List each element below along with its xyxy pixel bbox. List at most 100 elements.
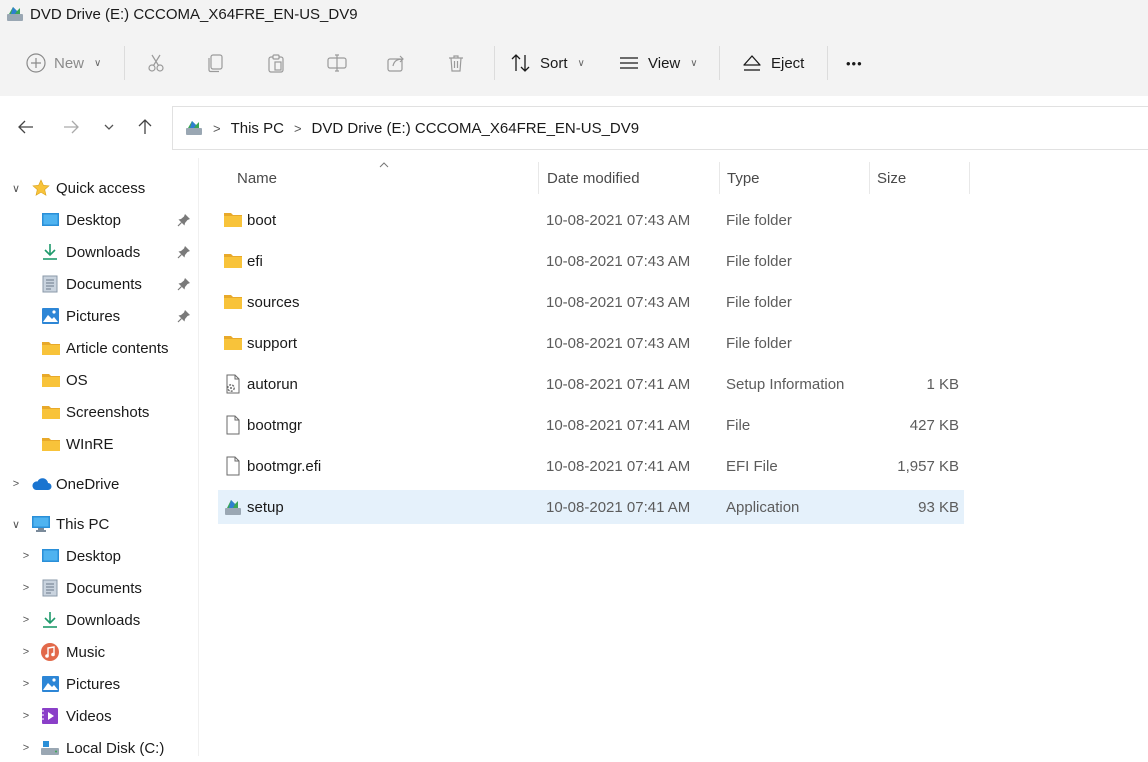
file-size bbox=[878, 285, 959, 319]
pin-icon bbox=[177, 214, 190, 227]
back-button[interactable] bbox=[13, 114, 39, 140]
folder-icon bbox=[42, 406, 60, 419]
document-icon bbox=[42, 275, 58, 293]
view-list-icon bbox=[620, 57, 638, 69]
file-row-efi[interactable]: efi 10-08-2021 07:43 AM File folder bbox=[218, 244, 964, 278]
more-options-button[interactable]: ••• bbox=[846, 30, 863, 96]
up-button[interactable] bbox=[132, 114, 158, 140]
chevron-right-icon: > bbox=[22, 582, 30, 594]
navigation-pane: ∨ Quick access Desktop Downloads Documen… bbox=[0, 158, 199, 757]
sidebar-item-label: Documents bbox=[66, 579, 142, 597]
sidebar-item-label: OneDrive bbox=[56, 475, 120, 493]
sidebar-item-pc-music[interactable]: > Music bbox=[0, 638, 198, 666]
breadcrumb-dvd-drive[interactable]: DVD Drive (E:) CCCOMA_X64FRE_EN-US_DV9 bbox=[312, 120, 640, 137]
folder-icon bbox=[42, 374, 60, 387]
sidebar-item-pc-pictures[interactable]: > Pictures bbox=[0, 670, 198, 698]
chevron-down-icon: ∨ bbox=[11, 518, 21, 531]
file-name: bootmgr bbox=[247, 416, 303, 434]
desktop-icon bbox=[42, 213, 59, 226]
column-header-size[interactable]: Size bbox=[877, 170, 906, 187]
sidebar-item-onedrive[interactable]: > OneDrive bbox=[0, 470, 198, 498]
chevron-down-icon: ∨ bbox=[577, 57, 585, 69]
sidebar-item-pictures[interactable]: Pictures bbox=[0, 302, 198, 330]
share-icon bbox=[387, 55, 404, 72]
sidebar-item-label: Article contents bbox=[66, 339, 169, 357]
view-button[interactable]: View ∨ bbox=[618, 30, 698, 96]
sort-icon bbox=[511, 54, 530, 72]
sidebar-item-screenshots[interactable]: Screenshots bbox=[0, 398, 198, 426]
file-row-sources[interactable]: sources 10-08-2021 07:43 AM File folder bbox=[218, 285, 964, 319]
sidebar-item-label: Quick access bbox=[56, 179, 146, 197]
delete-button[interactable] bbox=[446, 30, 466, 96]
column-divider[interactable] bbox=[969, 162, 970, 194]
file-icon bbox=[226, 456, 240, 476]
window-title: DVD Drive (E:) CCCOMA_X64FRE_EN-US_DV9 bbox=[30, 6, 358, 23]
sidebar-item-documents[interactable]: Documents bbox=[0, 270, 198, 298]
file-row-boot[interactable]: boot 10-08-2021 07:43 AM File folder bbox=[218, 203, 964, 237]
chevron-right-icon: > bbox=[12, 478, 20, 490]
scissors-icon bbox=[148, 54, 164, 72]
rename-button[interactable] bbox=[326, 30, 348, 96]
pin-icon bbox=[177, 246, 190, 259]
copy-button[interactable] bbox=[206, 30, 226, 96]
sidebar-item-label: OS bbox=[66, 371, 88, 389]
file-size bbox=[878, 326, 959, 360]
file-row-setup[interactable]: setup 10-08-2021 07:41 AM Application 93… bbox=[218, 490, 964, 524]
sidebar-item-os[interactable]: OS bbox=[0, 366, 198, 394]
pictures-icon bbox=[42, 676, 59, 692]
sidebar-item-article-contents[interactable]: Article contents bbox=[0, 334, 198, 362]
address-bar[interactable]: > This PC > DVD Drive (E:) CCCOMA_X64FRE… bbox=[172, 106, 1148, 150]
sidebar-item-label: Documents bbox=[66, 275, 142, 293]
folder-icon bbox=[224, 295, 242, 309]
hard-drive-icon bbox=[41, 741, 59, 755]
sidebar-item-pc-local-disk[interactable]: > Local Disk (C:) bbox=[0, 734, 198, 762]
share-button[interactable] bbox=[386, 30, 406, 96]
breadcrumb-this-pc[interactable]: This PC bbox=[231, 120, 284, 137]
column-divider[interactable] bbox=[538, 162, 539, 194]
file-row-autorun[interactable]: autorun 10-08-2021 07:41 AM Setup Inform… bbox=[218, 367, 964, 401]
paste-button[interactable] bbox=[266, 30, 286, 96]
pin-icon bbox=[177, 278, 190, 291]
file-name: autorun bbox=[247, 375, 298, 393]
column-header-type[interactable]: Type bbox=[727, 170, 760, 187]
sidebar-item-pc-desktop[interactable]: > Desktop bbox=[0, 542, 198, 570]
column-header-name[interactable]: Name bbox=[237, 170, 277, 187]
file-row-support[interactable]: support 10-08-2021 07:43 AM File folder bbox=[218, 326, 964, 360]
column-divider[interactable] bbox=[869, 162, 870, 194]
file-date: 10-08-2021 07:41 AM bbox=[546, 375, 691, 393]
file-row-bootmgr[interactable]: bootmgr 10-08-2021 07:41 AM File 427 KB bbox=[218, 408, 964, 442]
file-date: 10-08-2021 07:43 AM bbox=[546, 211, 691, 229]
sidebar-item-pc-videos[interactable]: > Videos bbox=[0, 702, 198, 730]
new-button[interactable]: New ∨ bbox=[26, 30, 101, 96]
forward-button[interactable] bbox=[58, 114, 84, 140]
file-type: File folder bbox=[726, 293, 792, 311]
file-date: 10-08-2021 07:41 AM bbox=[546, 416, 691, 434]
sidebar-item-quick-access[interactable]: ∨ Quick access bbox=[0, 174, 198, 202]
column-header-date[interactable]: Date modified bbox=[547, 170, 640, 187]
file-row-bootmgr-efi[interactable]: bootmgr.efi 10-08-2021 07:41 AM EFI File… bbox=[218, 449, 964, 483]
cut-button[interactable] bbox=[146, 30, 166, 96]
sidebar-item-this-pc[interactable]: ∨ This PC bbox=[0, 510, 198, 538]
chevron-down-icon: ∨ bbox=[11, 182, 21, 195]
sidebar-item-winre[interactable]: WInRE bbox=[0, 430, 198, 458]
file-date: 10-08-2021 07:41 AM bbox=[546, 498, 691, 516]
more-icon: ••• bbox=[846, 55, 863, 71]
arrow-up-icon bbox=[138, 119, 152, 134]
copy-icon bbox=[208, 54, 223, 73]
sidebar-item-pc-documents[interactable]: > Documents bbox=[0, 574, 198, 602]
chevron-right-icon: > bbox=[213, 120, 221, 136]
column-divider[interactable] bbox=[719, 162, 720, 194]
file-size: 427 KB bbox=[909, 416, 959, 434]
chevron-right-icon: > bbox=[22, 550, 30, 562]
file-type: File folder bbox=[726, 211, 792, 229]
sort-button[interactable]: Sort ∨ bbox=[510, 30, 585, 96]
sidebar-item-downloads[interactable]: Downloads bbox=[0, 238, 198, 266]
sidebar-item-pc-downloads[interactable]: > Downloads bbox=[0, 606, 198, 634]
sidebar-item-desktop[interactable]: Desktop bbox=[0, 206, 198, 234]
file-size: 93 KB bbox=[918, 498, 959, 516]
file-name: sources bbox=[247, 293, 300, 311]
recent-locations-button[interactable] bbox=[96, 114, 122, 140]
eject-button[interactable]: Eject bbox=[741, 30, 804, 96]
sidebar-item-label: Pictures bbox=[66, 307, 121, 325]
arrow-right-icon bbox=[64, 120, 79, 134]
